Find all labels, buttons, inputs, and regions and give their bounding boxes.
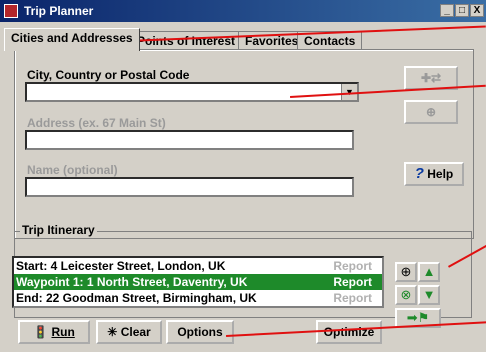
run-button[interactable]: 🚦 Run <box>18 320 90 344</box>
zoom-icon: ⊕ <box>400 264 412 279</box>
optimize-button[interactable]: Optimize <box>316 320 382 344</box>
report-link[interactable]: Report <box>333 274 372 290</box>
close-button[interactable]: X <box>470 4 484 17</box>
name-field[interactable] <box>25 177 354 197</box>
tab-cities-and-addresses[interactable]: Cities and Addresses <box>4 28 140 51</box>
list-item[interactable]: End: 22 Goodman Street, Birmingham, UK R… <box>14 290 382 306</box>
trip-planner-window: Trip Planner _ □ X Cities and Addresses … <box>0 0 486 352</box>
report-link[interactable]: Report <box>333 258 372 274</box>
options-button[interactable]: Options <box>166 320 234 344</box>
itinerary-waypoint: Waypoint 1: 1 North Street, Daventry, UK <box>16 275 248 289</box>
move-down-icon: ▼ <box>422 287 436 302</box>
reverse-route-icon: ➡⚑ <box>406 310 430 325</box>
zoom-waypoint-button[interactable]: ⊕ <box>395 262 417 282</box>
maximize-button[interactable]: □ <box>455 4 469 17</box>
minimize-button[interactable]: _ <box>440 4 454 17</box>
help-label: Help <box>427 167 454 181</box>
run-label: Run <box>51 325 75 339</box>
delete-waypoint-icon: ⊗ <box>400 287 412 302</box>
list-item[interactable]: Start: 4 Leicester Street, London, UK Re… <box>14 258 382 274</box>
city-label: City, Country or Postal Code <box>27 68 190 82</box>
help-question-icon: ? <box>414 165 424 182</box>
clear-label: Clear <box>120 325 151 339</box>
address-label: Address (ex. 67 Main St) <box>27 116 166 130</box>
title-bar: Trip Planner _ □ X <box>0 0 486 22</box>
delete-waypoint-button[interactable]: ⊗ <box>395 285 417 305</box>
itinerary-start: Start: 4 Leicester Street, London, UK <box>16 259 226 273</box>
window-title: Trip Planner <box>24 4 94 18</box>
app-icon <box>4 4 18 18</box>
help-button[interactable]: ? Help <box>404 162 464 186</box>
window-body: Cities and Addresses Points of Interest … <box>0 22 486 352</box>
move-down-button[interactable]: ▼ <box>418 285 440 305</box>
move-up-icon: ▲ <box>422 264 436 279</box>
itinerary-list[interactable]: Start: 4 Leicester Street, London, UK Re… <box>12 256 384 308</box>
list-item[interactable]: Waypoint 1: 1 North Street, Daventry, UK… <box>14 274 382 290</box>
broom-icon: ✳ <box>107 325 118 339</box>
itinerary-end: End: 22 Goodman Street, Birmingham, UK <box>16 291 257 305</box>
add-to-trip-icon: ✚⇄ <box>420 71 442 85</box>
zoom-button[interactable]: ⊕ <box>404 100 458 124</box>
city-combobox[interactable]: ▼ <box>25 82 359 102</box>
itinerary-label: Trip Itinerary <box>20 223 97 237</box>
name-label: Name (optional) <box>27 163 118 177</box>
move-up-button[interactable]: ▲ <box>418 262 440 282</box>
clear-button[interactable]: ✳ Clear <box>96 320 162 344</box>
traffic-light-icon: 🚦 <box>33 325 49 339</box>
report-link[interactable]: Report <box>333 290 372 306</box>
zoom-icon: ⊕ <box>425 105 437 119</box>
address-field[interactable] <box>25 130 354 150</box>
